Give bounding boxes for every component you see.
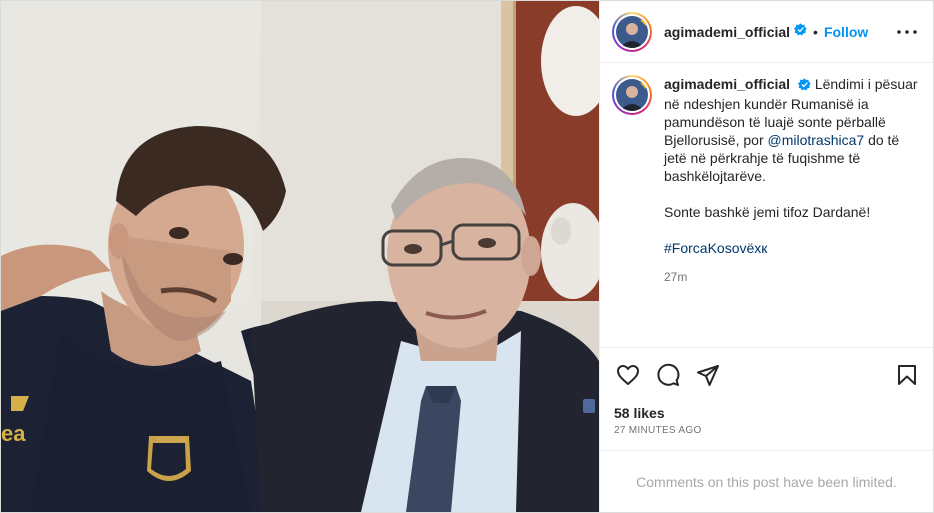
caption: agimademi_official Lëndimi i pësuar në n… bbox=[664, 75, 919, 347]
post-date: 27 minutes ago bbox=[614, 425, 702, 436]
avatar-image bbox=[616, 15, 648, 48]
heart-icon[interactable] bbox=[614, 361, 642, 389]
sponsor-text: ea bbox=[1, 421, 26, 446]
caption-timestamp[interactable]: 27m bbox=[664, 268, 919, 286]
post-header: agimademi_official • Follow bbox=[600, 1, 933, 63]
comment-bubble-icon[interactable] bbox=[654, 361, 682, 389]
instagram-post: KOSOVA ea agimademi_official • Follow ag… bbox=[0, 0, 934, 513]
avatar[interactable] bbox=[612, 11, 652, 52]
verified-badge-icon bbox=[794, 22, 807, 41]
shirt-badge-text: KOSOVA bbox=[157, 437, 186, 444]
header-username[interactable]: agimademi_official bbox=[664, 24, 790, 40]
caption-avatar[interactable] bbox=[612, 75, 652, 115]
follow-button[interactable]: Follow bbox=[824, 24, 868, 40]
separator-dot: • bbox=[813, 23, 818, 40]
caption-username[interactable]: agimademi_official bbox=[664, 76, 790, 92]
likes-count[interactable]: 58 likes bbox=[600, 401, 933, 421]
selfie-photo-illustration: KOSOVA ea bbox=[1, 1, 599, 512]
comments-limited-notice: Comments on this post have been limited. bbox=[600, 450, 933, 512]
hashtag-link[interactable]: #ForcaKosovëxк bbox=[664, 239, 919, 257]
post-photo[interactable]: KOSOVA ea bbox=[1, 1, 599, 512]
more-options-icon[interactable] bbox=[895, 20, 919, 44]
bookmark-icon[interactable] bbox=[893, 361, 921, 389]
share-paper-plane-icon[interactable] bbox=[694, 361, 722, 389]
post-side-panel: agimademi_official • Follow agimademi_of… bbox=[599, 1, 933, 512]
action-bar bbox=[600, 347, 933, 401]
mention-link[interactable]: @milotrashica7 bbox=[768, 132, 865, 148]
verified-badge-icon bbox=[797, 77, 811, 95]
caption-section: agimademi_official Lëndimi i pësuar në n… bbox=[600, 63, 933, 347]
caption-paragraph-2: Sonte bashkë jemi tifoz Dardanë! bbox=[664, 204, 871, 220]
